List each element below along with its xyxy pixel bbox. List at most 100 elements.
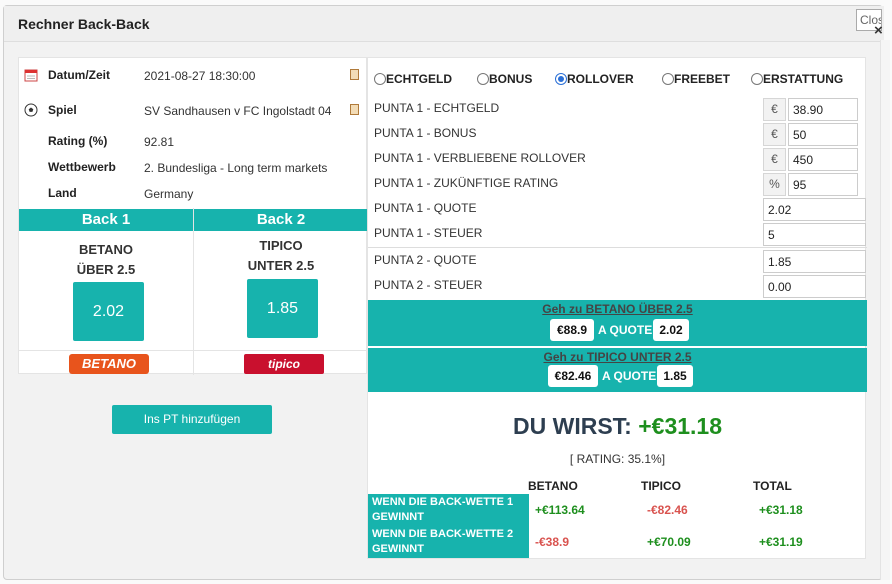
goto-bet1-link[interactable]: Geh zu BETANO ÜBER 2.5 xyxy=(368,302,867,316)
table-row-label: WENN DIE BACK-WETTE 1 GEWINNT xyxy=(368,494,529,526)
soccer-ball-icon xyxy=(24,103,38,117)
bet1-amount: €88.9 xyxy=(550,319,594,341)
param-label: PUNTA 1 - STEUER xyxy=(374,226,483,240)
bet-type-radio-group: ECHTGELD BONUS ROLLOVER FREEBET ERSTATTU… xyxy=(368,72,867,92)
scrollbar[interactable] xyxy=(880,40,890,580)
result-rating: [ RATING: 35.1%] xyxy=(569,452,666,466)
param-row: PUNTA 1 - VERBLIEBENE ROLLOVER € xyxy=(368,147,867,172)
competition-label: Wettbewerb xyxy=(48,160,116,174)
param-row: PUNTA 2 - QUOTE xyxy=(368,249,867,274)
table-row-label: WENN DIE BACK-WETTE 2 GEWINNT xyxy=(368,526,529,558)
radio-echtgeld[interactable]: ECHTGELD xyxy=(374,72,452,92)
param-row: PUNTA 2 - STEUER xyxy=(368,274,867,299)
radio-button[interactable] xyxy=(477,73,489,85)
back1-market: ÜBER 2.5 xyxy=(76,262,136,277)
punta1-quote-input[interactable] xyxy=(763,198,866,221)
param-label: PUNTA 1 - VERBLIEBENE ROLLOVER xyxy=(374,151,586,165)
result-value: +€31.18 xyxy=(638,413,722,439)
bet2-amount: €82.46 xyxy=(548,365,598,387)
country-row: Land Germany xyxy=(19,184,368,208)
table-header: BETANO xyxy=(528,479,578,493)
game-row: Spiel SV Sandhausen v FC Ingolstadt 04 xyxy=(19,101,368,125)
back1-quote: 2.02 xyxy=(73,282,144,341)
param-label: PUNTA 2 - STEUER xyxy=(374,278,483,292)
radio-rollover[interactable]: ROLLOVER xyxy=(555,72,634,92)
table-cell: +€31.19 xyxy=(759,535,803,549)
table-header: TOTAL xyxy=(753,479,792,493)
bet1-quote: 2.02 xyxy=(653,319,689,341)
echtgeld-input[interactable] xyxy=(788,98,858,121)
table-cell: -€38.9 xyxy=(535,535,570,549)
param-label: PUNTA 2 - QUOTE xyxy=(374,253,477,267)
param-row: PUNTA 1 - QUOTE xyxy=(368,197,867,222)
table-cell: +€70.09 xyxy=(647,535,691,549)
param-row: PUNTA 1 - ECHTGELD € xyxy=(368,97,867,122)
goto-bet2-link[interactable]: Geh zu TIPICO UNTER 2.5 xyxy=(368,350,867,364)
result-summary: DU WIRST: +€31.18 xyxy=(368,413,867,440)
radio-button-checked[interactable] xyxy=(555,73,567,85)
copy-icon[interactable] xyxy=(350,69,359,80)
back1-bookmaker: BETANO xyxy=(79,242,133,257)
game-label: Spiel xyxy=(48,103,77,117)
betano-logo: BETANO xyxy=(69,354,149,374)
competition-row: Wettbewerb 2. Bundesliga - Long term mar… xyxy=(19,158,368,182)
tipico-logo: tipico xyxy=(244,354,324,374)
punta2-tax-input[interactable] xyxy=(763,275,866,298)
close-icon[interactable]: × xyxy=(874,22,883,39)
bet2-quote: 1.85 xyxy=(657,365,693,387)
rating-row: Rating (%) 92.81 xyxy=(19,132,368,156)
calendar-icon xyxy=(24,69,38,82)
calculator-panel: ECHTGELD BONUS ROLLOVER FREEBET ERSTATTU… xyxy=(367,57,867,559)
radio-button[interactable] xyxy=(662,73,674,85)
bet2-band: Geh zu TIPICO UNTER 2.5 €82.46 A QUOTE 1… xyxy=(368,348,867,392)
event-panel: Datum/Zeit 2021-08-27 18:30:00 Spiel SV … xyxy=(18,57,368,375)
bonus-input[interactable] xyxy=(788,123,858,146)
percent-unit: % xyxy=(763,173,786,196)
radio-label: ROLLOVER xyxy=(567,72,634,86)
euro-unit: € xyxy=(763,98,786,121)
radio-label: ECHTGELD xyxy=(386,72,452,86)
dialog-title: Rechner Back-Back xyxy=(18,16,150,32)
result-label: DU WIRST: xyxy=(513,413,632,439)
future-rating-input[interactable] xyxy=(788,173,858,196)
param-row: PUNTA 1 - ZUKÜNFTIGE RATING % xyxy=(368,172,867,197)
back2-header: Back 2 xyxy=(194,209,368,231)
rating-label: Rating (%) xyxy=(48,134,108,148)
punta2-quote-input[interactable] xyxy=(763,250,866,273)
back1-column: BETANO ÜBER 2.5 2.02 xyxy=(19,234,193,351)
dialog-header: Rechner Back-Back xyxy=(4,6,884,42)
table-cell: +€113.64 xyxy=(535,503,585,517)
game-value: SV Sandhausen v FC Ingolstadt 04 xyxy=(144,104,332,118)
back1-header: Back 1 xyxy=(19,209,193,231)
param-label: PUNTA 1 - BONUS xyxy=(374,126,477,140)
radio-label: BONUS xyxy=(489,72,533,86)
table-header: TIPICO xyxy=(641,479,682,493)
country-label: Land xyxy=(48,186,77,200)
back2-market: UNTER 2.5 xyxy=(247,258,315,273)
a-quote-label: A QUOTE xyxy=(598,323,653,337)
bet1-band: Geh zu BETANO ÜBER 2.5 €88.9 A QUOTE 2.0… xyxy=(368,300,867,346)
rollover-input[interactable] xyxy=(788,148,858,171)
add-to-pt-button[interactable]: Ins PT hinzufügen xyxy=(112,405,272,434)
rating-value: 92.81 xyxy=(144,135,175,149)
copy-icon[interactable] xyxy=(350,104,359,115)
radio-button[interactable] xyxy=(751,73,763,85)
radio-bonus[interactable]: BONUS xyxy=(477,72,532,92)
back2-column: TIPICO UNTER 2.5 1.85 xyxy=(194,234,368,351)
date-label: Datum/Zeit xyxy=(48,68,111,82)
radio-label: FREEBET xyxy=(674,72,731,86)
divider xyxy=(368,247,867,248)
radio-erstattung[interactable]: ERSTATTUNG xyxy=(751,72,843,92)
param-label: PUNTA 1 - ZUKÜNFTIGE RATING xyxy=(374,176,559,190)
country-value: Germany xyxy=(144,187,194,201)
back2-quote: 1.85 xyxy=(247,279,318,338)
param-row: PUNTA 1 - STEUER xyxy=(368,222,867,247)
radio-button[interactable] xyxy=(374,73,386,85)
radio-freebet[interactable]: FREEBET xyxy=(662,72,730,92)
table-cell: -€82.46 xyxy=(647,503,688,517)
date-row: Datum/Zeit 2021-08-27 18:30:00 xyxy=(19,66,368,90)
punta1-tax-input[interactable] xyxy=(763,223,866,246)
euro-unit: € xyxy=(763,123,786,146)
param-label: PUNTA 1 - QUOTE xyxy=(374,201,477,215)
a-quote-label: A QUOTE xyxy=(602,369,657,383)
